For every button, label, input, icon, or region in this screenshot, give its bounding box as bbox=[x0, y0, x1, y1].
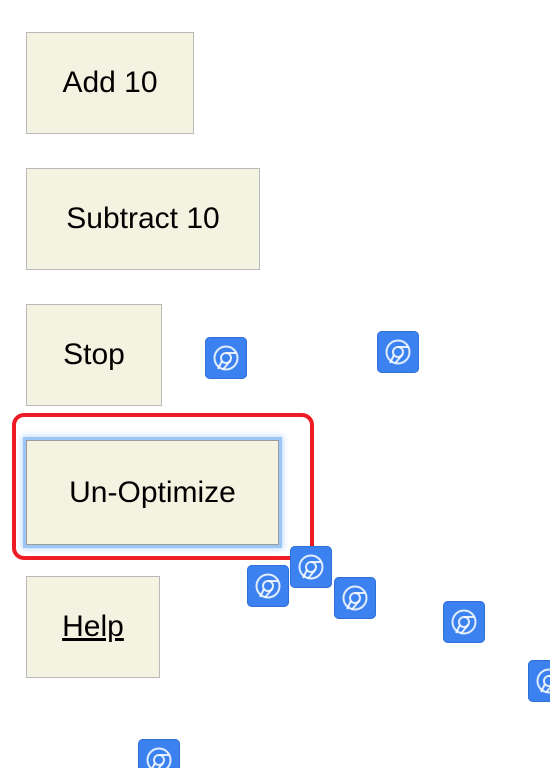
chrome-icon[interactable] bbox=[443, 601, 485, 643]
chrome-icon[interactable] bbox=[138, 739, 180, 768]
chrome-icon[interactable] bbox=[290, 546, 332, 588]
add-10-button[interactable]: Add 10 bbox=[26, 32, 194, 134]
help-link[interactable]: Help bbox=[62, 610, 124, 644]
un-optimize-label: Un-Optimize bbox=[69, 475, 236, 509]
chrome-icon[interactable] bbox=[205, 337, 247, 379]
chrome-icon[interactable] bbox=[528, 660, 550, 702]
add-10-label: Add 10 bbox=[62, 66, 158, 99]
chrome-icon[interactable] bbox=[247, 565, 289, 607]
stop-button[interactable]: Stop bbox=[26, 304, 162, 406]
subtract-10-button[interactable]: Subtract 10 bbox=[26, 168, 260, 270]
chrome-icon[interactable] bbox=[334, 577, 376, 619]
subtract-10-label: Subtract 10 bbox=[66, 202, 220, 235]
un-optimize-button[interactable]: Un-Optimize bbox=[26, 440, 279, 545]
help-button[interactable]: Help bbox=[26, 576, 160, 678]
chrome-icon[interactable] bbox=[377, 331, 419, 373]
stop-label: Stop bbox=[63, 338, 125, 371]
